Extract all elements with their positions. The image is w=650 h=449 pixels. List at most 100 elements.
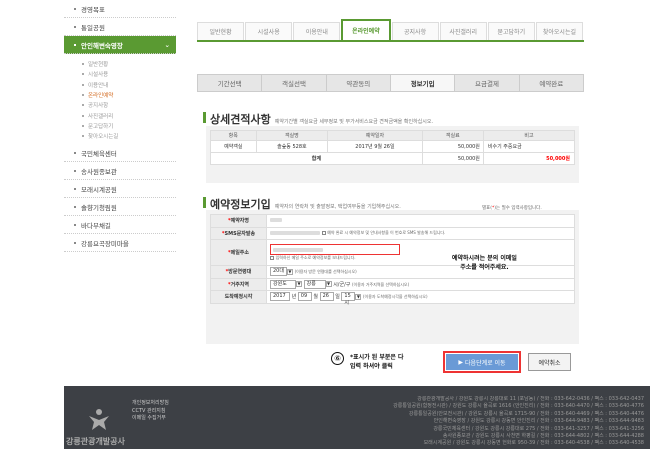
tab[interactable]: 사진갤러리 — [439, 22, 487, 40]
submenu-item[interactable]: 시설사용 — [82, 69, 176, 79]
tab[interactable]: 찾아오시는길 — [535, 22, 583, 40]
total-highlight: 50,000원 — [482, 152, 576, 165]
step-number-badge: ⑥ — [331, 352, 344, 365]
cancel-reservation-button[interactable]: 예약취소 — [528, 353, 571, 371]
sidebar-item[interactable]: 경영목표 — [64, 0, 176, 18]
tab[interactable]: 묻고답하기 — [487, 22, 535, 40]
chevron-down-icon: ⌄ — [164, 40, 170, 49]
city-select[interactable]: 강릉 — [303, 279, 326, 289]
tab-active[interactable]: 온라인예약 — [341, 19, 391, 40]
section-bar-icon — [203, 112, 206, 123]
bullet-icon — [74, 223, 76, 226]
step: 객실선택 — [262, 75, 327, 91]
sidebar-item-active[interactable]: 안인해변숙영장 ⌄ — [64, 36, 176, 54]
table-cell: 비수기 주중요금 — [482, 140, 576, 153]
bullet-icon — [74, 187, 76, 190]
field-label: *메일주소 — [210, 239, 267, 266]
estimate-table-box: 항목 객실명 예약일자 객실료 비고 예약객실 솔숲동 528호 2017년 9… — [206, 126, 579, 183]
chevron-down-icon[interactable]: ▼ — [286, 268, 293, 275]
submenu-item-active[interactable]: 온라인예약 — [82, 90, 176, 100]
submenu-item[interactable]: 공지사항 — [82, 100, 176, 110]
tab[interactable]: 일반현황 — [197, 22, 245, 40]
col-header: 객실명 — [255, 130, 329, 141]
content-tabs: 일반현황 시설사용 이용안내 온라인예약 공지사항 사진갤러리 묻고답하기 찾아… — [197, 19, 584, 42]
org-name: 강릉관광개발공사 — [66, 437, 125, 446]
day-input[interactable]: 26 — [319, 292, 334, 302]
sidebar-item[interactable]: 솔향기청림원 — [64, 198, 176, 217]
bottom-annotation: *표시가 된 부분은 다 입력 하셔야 클릭 — [350, 354, 404, 370]
total-amount: 50,000원 — [421, 152, 484, 165]
footer-link[interactable]: 개인정보처리방침 — [132, 400, 169, 408]
masked-text — [270, 230, 320, 235]
footer: 강릉관광개발공사 개인정보처리방침 CCTV 관리지침 이메일 수집거부 강릉관… — [64, 386, 650, 449]
party-cell: 20대 ▼ (이용자 방문 연령대를 선택하십시오) — [266, 265, 575, 279]
field-label: *SMS문자발송 — [210, 226, 267, 240]
sidebar-item[interactable]: 통일공원 — [64, 18, 176, 36]
arrival-cell: 2017 년 09 월 26 일 15시▼ (이용자 도착예정시각을 선택하십시… — [266, 290, 575, 306]
sidebar-item[interactable]: 송사원종보관 — [64, 162, 176, 181]
col-header: 항목 — [210, 130, 257, 141]
sidebar-item[interactable]: 모래시계공원 — [64, 180, 176, 199]
bullet-icon — [74, 169, 76, 172]
email-cell: 입력하신 메일 주소로 예약정보를 보내드립니다. — [266, 239, 575, 266]
phone-value[interactable]: 예약 완료 시 예약정보 및 안내사항을 이 번호로 SMS 발송해 드립니다. — [266, 226, 575, 240]
checkbox[interactable] — [270, 255, 274, 260]
bullet-icon — [74, 205, 76, 208]
table-cell: 2017년 9월 26일 — [327, 140, 423, 153]
footer-links: 개인정보처리방침 CCTV 관리지침 이메일 수집거부 — [132, 400, 169, 423]
estimate-heading: 상세견적사항 예약기간별 객실요금 세부정보 및 부가서비스요금 견적금액을 확… — [203, 111, 433, 127]
email-annotation: 예약하시려는 분의 이메일 주소를 적어주세요. — [452, 255, 517, 271]
play-icon: ▶ — [458, 358, 464, 366]
step: 요금결제 — [455, 75, 520, 91]
footer-link[interactable]: CCTV 관리지침 — [132, 408, 169, 416]
table-cell: 솔숲동 528호 — [255, 140, 329, 153]
section-desc: 예약자의 연락처 및 출발정보, 택업여부등을 기입해주십시오. — [274, 204, 401, 210]
field-label: *방문연령대 — [210, 265, 267, 279]
submenu-item[interactable]: 이용안내 — [82, 80, 176, 90]
footer-link[interactable]: 이메일 수집거부 — [132, 415, 169, 423]
age-select[interactable]: 20대 — [270, 267, 287, 277]
table-cell: 50,000원 — [421, 140, 484, 153]
bullet-icon — [74, 43, 76, 46]
masked-text — [270, 218, 282, 223]
sidebar-submenu: 일반현황 시설사용 이용안내 온라인예약 공지사항 사진갤러리 문고답하기 찾아… — [64, 54, 176, 144]
bullet-icon — [74, 241, 76, 244]
year-input[interactable]: 2017 — [270, 292, 290, 302]
tab[interactable]: 이용안내 — [293, 22, 341, 40]
col-header: 예약일자 — [327, 130, 423, 141]
next-step-button-highlight: ▶ 다음단계로 이동 — [443, 351, 521, 373]
col-header: 비고 — [482, 130, 576, 141]
province-select[interactable]: 강원도 — [270, 279, 296, 289]
sidebar: 경영목표 통일공원 안인해변숙영장 ⌄ 일반현황 시설사용 이용안내 온라인예약 … — [64, 0, 176, 386]
submenu-item[interactable]: 찾아오시는길 — [82, 131, 176, 141]
submenu-item[interactable]: 일반현황 — [82, 59, 176, 69]
chevron-down-icon[interactable]: ▼ — [296, 281, 302, 288]
field-label: *거주지역 — [210, 277, 267, 291]
section-title: 상세견적사항 — [210, 113, 271, 126]
sidebar-item[interactable]: 국민체육센터 — [64, 144, 176, 163]
step-current: 정보기입 — [390, 75, 456, 91]
col-header: 객실료 — [421, 130, 484, 141]
chevron-down-icon[interactable]: ▼ — [355, 293, 362, 300]
field-label: *예약자명 — [210, 214, 267, 228]
email-input[interactable] — [270, 244, 400, 255]
section-bar-icon — [203, 197, 206, 208]
sidebar-item[interactable]: 강릉요곡장미마을 — [64, 234, 176, 253]
name-value — [266, 214, 575, 228]
month-input[interactable]: 09 — [297, 292, 312, 302]
tab[interactable]: 시설사용 — [245, 22, 293, 40]
chevron-down-icon[interactable]: ▼ — [325, 281, 332, 288]
reservation-steps: 기간선택 객실선택 약관동의 정보기입 요금결제 예약완료 — [197, 74, 584, 92]
tab[interactable]: 공지사항 — [391, 22, 439, 40]
field-label: 도착예정시각 — [210, 290, 267, 304]
submenu-item[interactable]: 사진갤러리 — [82, 110, 176, 120]
section-desc: 예약기간별 객실요금 세부정보 및 부가서비스요금 견적금액을 확인하십시오. — [274, 119, 434, 125]
checkbox[interactable] — [321, 230, 326, 235]
submenu-item[interactable]: 문고답하기 — [82, 121, 176, 131]
next-step-button[interactable]: ▶ 다음단계로 이동 — [446, 354, 518, 370]
form-table: *예약자명 *SMS문자발송 예약 완료 시 예약정보 및 안내사항을 이 번호… — [210, 214, 575, 306]
total-label: 합계 — [210, 152, 423, 165]
step: 약관동의 — [327, 75, 391, 91]
hour-select[interactable]: 15시 — [341, 292, 356, 306]
sidebar-item[interactable]: 바다부채길 — [64, 216, 176, 235]
